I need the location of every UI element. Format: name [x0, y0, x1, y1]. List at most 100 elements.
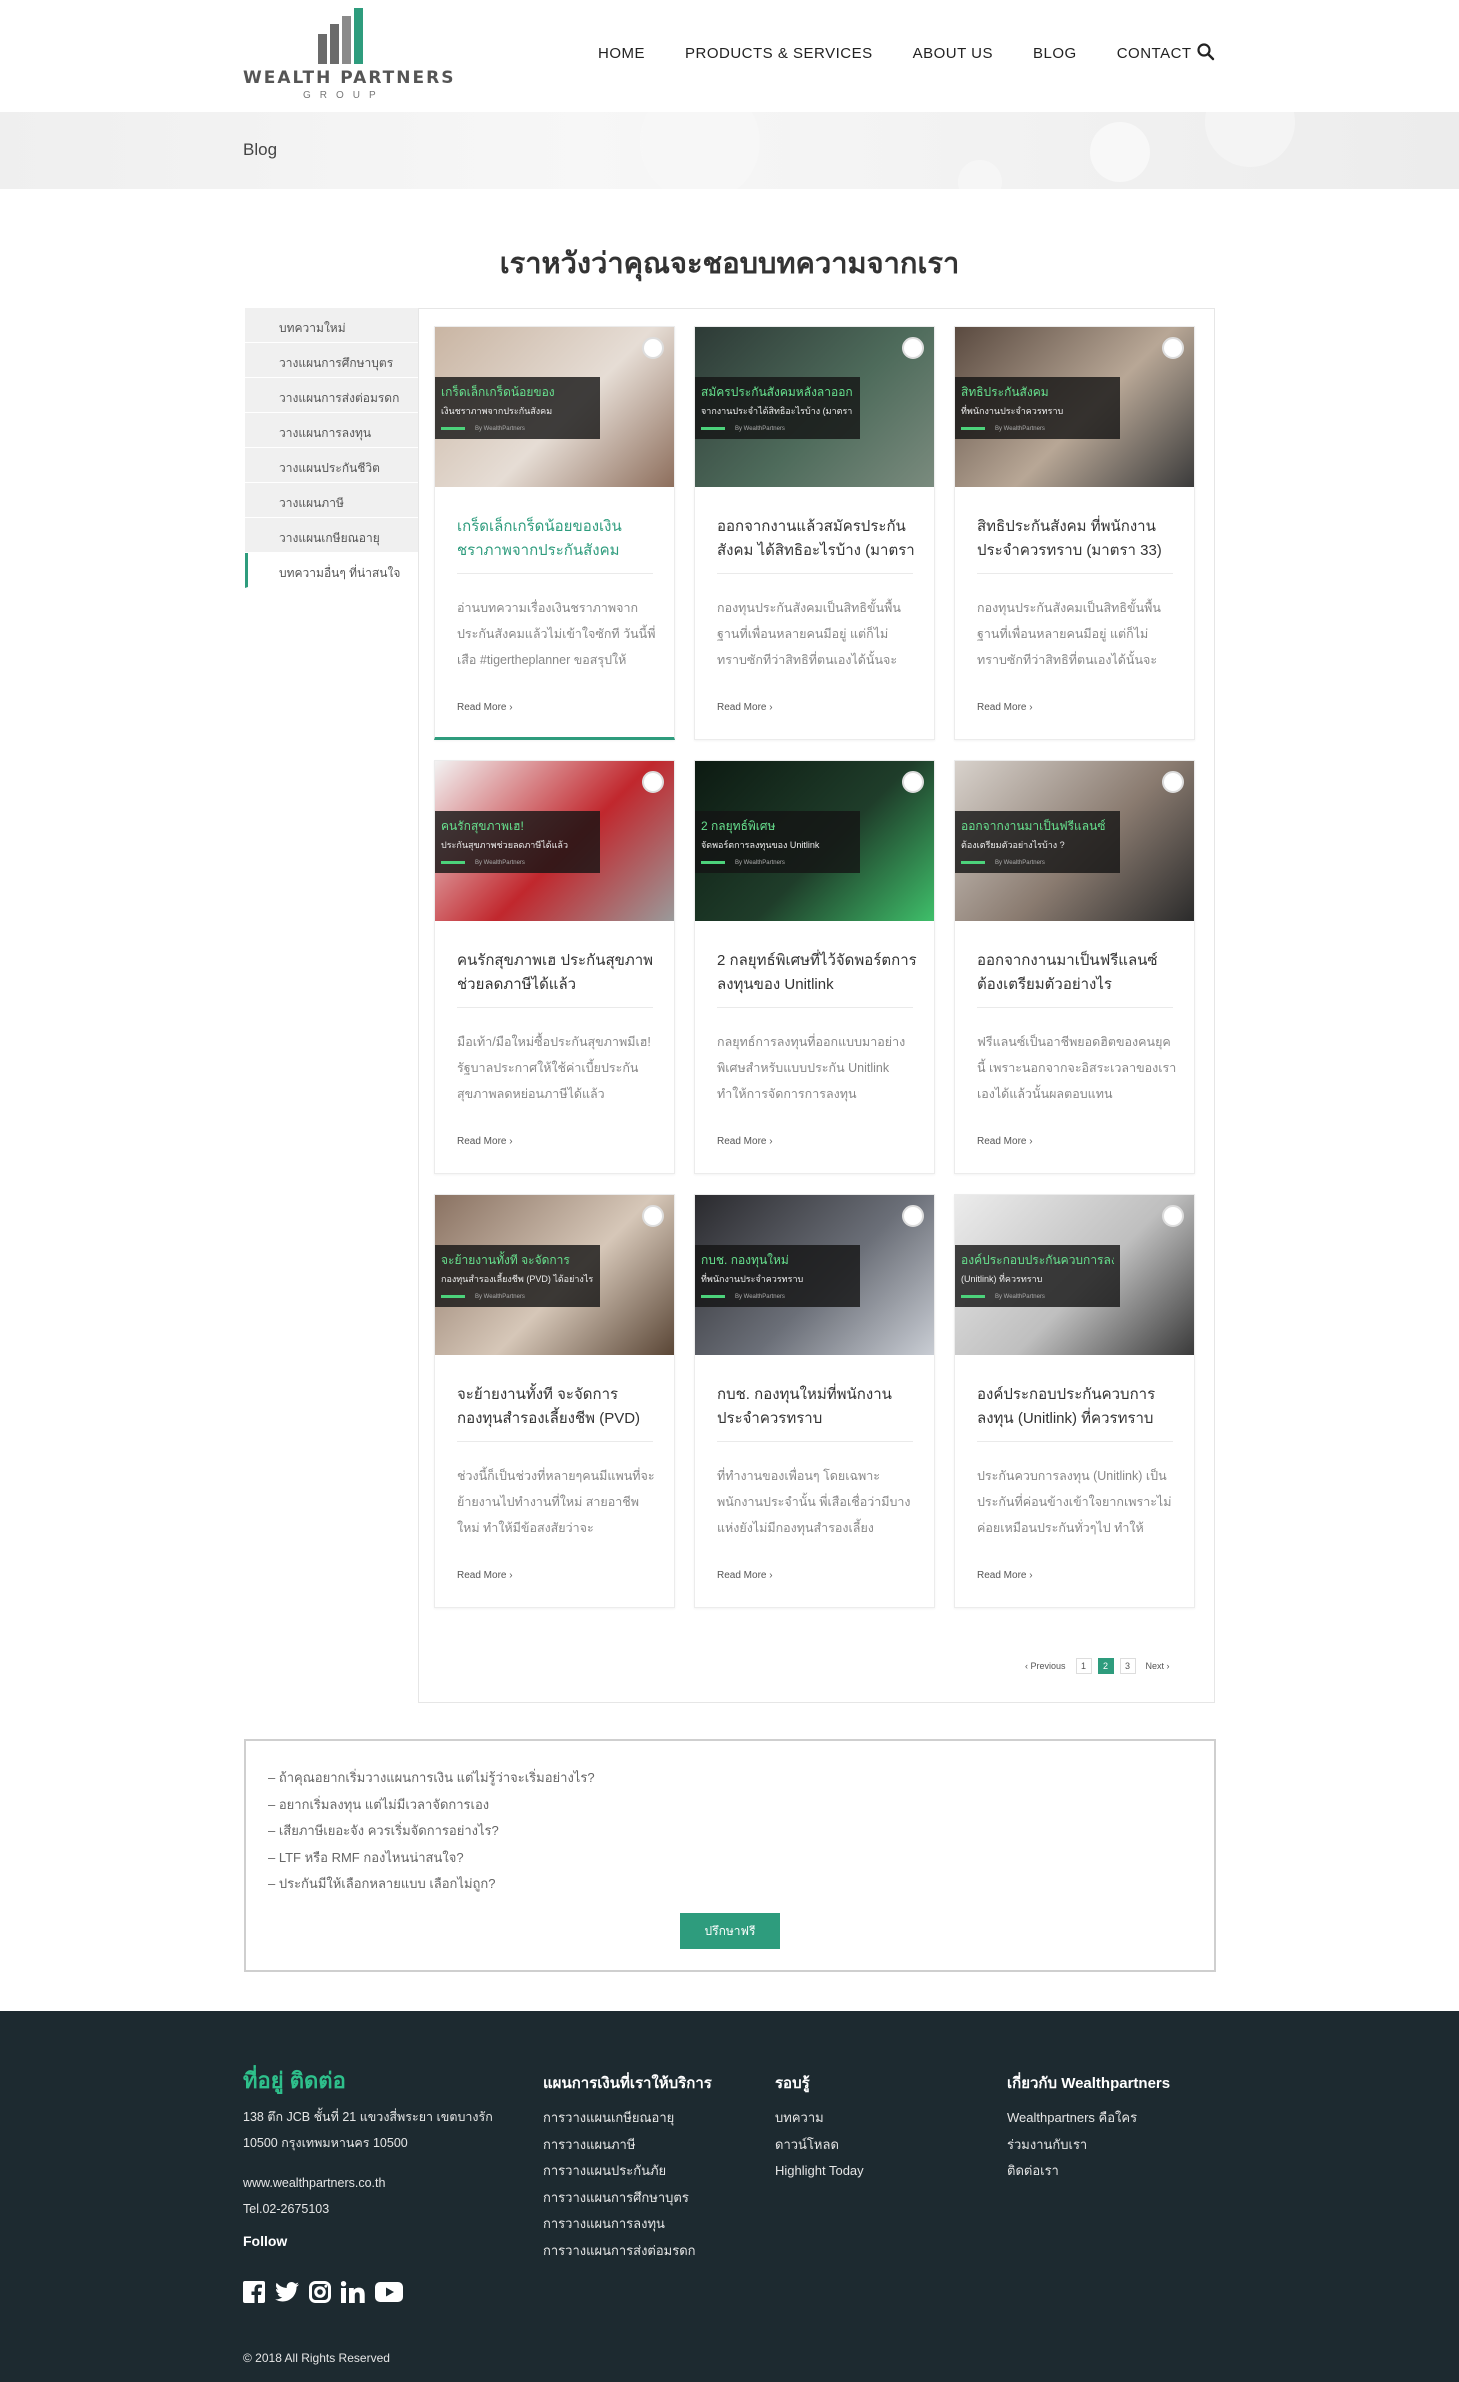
footer-link-who[interactable]: Wealthpartners คือใคร: [1007, 2105, 1170, 2132]
logo-name: WEALTH PARTNERS: [243, 68, 456, 88]
footer-website-link[interactable]: www.wealthpartners.co.th: [243, 2170, 493, 2196]
thumbnail-accent-line: [441, 1295, 465, 1298]
thumbnail-byline: By WealthPartners: [735, 1294, 785, 1300]
article-title[interactable]: ออกจากงานแล้วสมัครประกันสังคม ได้สิทธิอะ…: [717, 515, 917, 565]
article-card[interactable]: เกร็ดเล็กเกร็ดน้อยของ เงินชราภาพจากประกัน…: [434, 326, 675, 740]
read-more-link[interactable]: Read More ›: [977, 1136, 1033, 1147]
sidebar-item-retirement[interactable]: วางแผนเกษียณอายุ: [245, 518, 418, 553]
article-thumbnail[interactable]: องค์ประกอบประกันควบการลงทุน (Unitlink) ที…: [955, 1195, 1194, 1355]
article-thumbnail[interactable]: คนรักสุขภาพเฮ! ประกันสุขภาพช่วยลดภาษีได้แ…: [435, 761, 674, 921]
thumbnail-byline: By WealthPartners: [995, 860, 1045, 866]
brand-badge-icon: [902, 1205, 924, 1227]
nav-home[interactable]: HOME: [598, 45, 645, 62]
brand-badge-icon: [902, 771, 924, 793]
article-title[interactable]: สิทธิประกันสังคม ที่พนักงานประจำควรทราบ …: [977, 515, 1177, 565]
sidebar-item-education[interactable]: วางแผนการศึกษาบุตร: [245, 343, 418, 378]
thumbnail-title: 2 กลยุทธ์พิเศษ: [701, 819, 776, 833]
thumbnail-byline: By WealthPartners: [995, 426, 1045, 432]
sidebar-item-other[interactable]: บทความอื่นๆ ที่น่าสนใจ: [245, 553, 418, 588]
article-thumbnail[interactable]: 2 กลยุทธ์พิเศษ จัดพอร์ตการลงทุนของ Unitli…: [695, 761, 934, 921]
footer-link-insurance[interactable]: การวางแผนประกันภัย: [543, 2158, 712, 2185]
thumbnail-byline: By WealthPartners: [475, 1294, 525, 1300]
article-card[interactable]: จะย้ายงานทั้งที จะจัดการ กองทุนสำรองเลี้ย…: [434, 1194, 675, 1608]
page-banner: Blog: [0, 112, 1459, 189]
article-thumbnail[interactable]: กบช. กองทุนใหม่ ที่พนักงานประจำควรทราบ By …: [695, 1195, 934, 1355]
footer-link-tax[interactable]: การวางแผนภาษี: [543, 2132, 712, 2159]
brand-logo[interactable]: WEALTH PARTNERS GROUP: [243, 8, 453, 103]
banner-bokeh-decoration: [640, 112, 1295, 189]
pagination-page-3[interactable]: 3: [1119, 1658, 1136, 1674]
article-title[interactable]: 2 กลยุทธ์พิเศษที่ไว้จัดพอร์ตการลงทุนของ …: [717, 949, 917, 999]
brand-badge-icon: [902, 337, 924, 359]
article-card[interactable]: สิทธิประกันสังคม ที่พนักงานประจำควรทราบ By…: [954, 326, 1195, 740]
footer-address: ที่อยู่ ติดต่อ 138 ตึก JCB ชั้นที่ 21 แข…: [243, 2063, 493, 2222]
pagination-next[interactable]: Next ›: [1142, 1661, 1174, 1671]
read-more-link[interactable]: Read More ›: [717, 1570, 773, 1581]
article-title[interactable]: ออกจากงานมาเป็นฟรีแลนซ์ ต้องเตรียมตัวอย่…: [977, 949, 1177, 999]
article-excerpt: ฟรีแลนซ์เป็นอาชีพยอดฮิตของคนยุคนี้ เพราะ…: [977, 1035, 1177, 1101]
read-more-link[interactable]: Read More ›: [717, 702, 773, 713]
free-consult-button[interactable]: ปรึกษาฟรี: [680, 1913, 780, 1949]
read-more-link[interactable]: Read More ›: [717, 1136, 773, 1147]
article-card[interactable]: คนรักสุขภาพเฮ! ประกันสุขภาพช่วยลดภาษีได้แ…: [434, 760, 675, 1174]
article-title[interactable]: กบช. กองทุนใหม่ที่พนักงานประจำควรทราบ: [717, 1383, 917, 1433]
pagination-page-2[interactable]: 2: [1097, 1658, 1114, 1674]
article-thumbnail[interactable]: จะย้ายงานทั้งที จะจัดการ กองทุนสำรองเลี้ย…: [435, 1195, 674, 1355]
article-thumbnail[interactable]: เกร็ดเล็กเกร็ดน้อยของ เงินชราภาพจากประกัน…: [435, 327, 674, 487]
read-more-link[interactable]: Read More ›: [977, 702, 1033, 713]
read-more-link[interactable]: Read More ›: [977, 1570, 1033, 1581]
nav-contact[interactable]: CONTACT: [1117, 45, 1192, 62]
consultation-questions: – ถ้าคุณอยากเริ่มวางแผนการเงิน แต่ไม่รู้…: [268, 1765, 595, 1898]
footer-link-retirement[interactable]: การวางแผนเกษียณอายุ: [543, 2105, 712, 2132]
article-title[interactable]: จะย้ายงานทั้งที จะจัดการกองทุนสำรองเลี้ย…: [457, 1383, 657, 1433]
article-title[interactable]: คนรักสุขภาพเฮ ประกันสุขภาพช่วยลดภาษีได้แ…: [457, 949, 657, 999]
cta-question: – อยากเริ่มลงทุน แต่ไม่มีเวลาจัดการเอง: [268, 1796, 490, 1812]
youtube-icon[interactable]: [375, 2282, 403, 2307]
footer-address-heading: ที่อยู่ ติดต่อ: [243, 2068, 346, 2093]
footer-link-contact[interactable]: ติดต่อเรา: [1007, 2158, 1170, 2185]
sidebar-item-estate[interactable]: วางแผนการส่งต่อมรดก: [245, 378, 418, 413]
pagination-previous[interactable]: ‹ Previous: [1021, 1661, 1070, 1671]
facebook-icon[interactable]: [243, 2281, 265, 2308]
footer-link-estate[interactable]: การวางแผนการส่งต่อมรดก: [543, 2238, 712, 2265]
pagination-page-1[interactable]: 1: [1075, 1658, 1092, 1674]
article-thumbnail[interactable]: ออกจากงานมาเป็นฟรีแลนซ์ ต้องเตรียมตัวอย่า…: [955, 761, 1194, 921]
sidebar-item-investment[interactable]: วางแผนการลงทุน: [245, 413, 418, 448]
search-icon[interactable]: [1196, 42, 1216, 62]
article-card[interactable]: สมัครประกันสังคมหลังลาออก จากงานประจำได้ส…: [694, 326, 935, 740]
footer-link-investment[interactable]: การวางแผนการลงทุน: [543, 2211, 712, 2238]
sidebar-item-tax[interactable]: วางแผนภาษี: [245, 483, 418, 518]
article-card[interactable]: ออกจากงานมาเป็นฟรีแลนซ์ ต้องเตรียมตัวอย่า…: [954, 760, 1195, 1174]
footer-learn: รอบรู้ บทความ ดาวน์โหลด Highlight Today: [775, 2071, 864, 2185]
cta-question: – เสียภาษีเยอะจัง ควรเริ่มจัดการอย่างไร?: [268, 1823, 499, 1838]
read-more-link[interactable]: Read More ›: [457, 1136, 513, 1147]
thumbnail-caption: องค์ประกอบประกันควบการลงทุน (Unitlink) ที…: [955, 1245, 1120, 1307]
nav-about-us[interactable]: ABOUT US: [913, 45, 993, 62]
sidebar-item-new-articles[interactable]: บทความใหม่: [245, 308, 418, 343]
article-thumbnail[interactable]: สิทธิประกันสังคม ที่พนักงานประจำควรทราบ By…: [955, 327, 1194, 487]
nav-blog[interactable]: BLOG: [1033, 45, 1077, 62]
article-thumbnail[interactable]: สมัครประกันสังคมหลังลาออก จากงานประจำได้ส…: [695, 327, 934, 487]
thumbnail-caption: จะย้ายงานทั้งที จะจัดการ กองทุนสำรองเลี้ย…: [435, 1245, 600, 1307]
thumbnail-accent-line: [961, 861, 985, 864]
twitter-icon[interactable]: [275, 2282, 299, 2307]
instagram-icon[interactable]: [309, 2281, 331, 2308]
article-card[interactable]: องค์ประกอบประกันควบการลงทุน (Unitlink) ที…: [954, 1194, 1195, 1608]
nav-products-services[interactable]: PRODUCTS & SERVICES: [685, 45, 873, 62]
article-title[interactable]: องค์ประกอบประกันควบการลงทุน (Unitlink) ท…: [977, 1383, 1177, 1433]
footer-link-education[interactable]: การวางแผนการศึกษาบุตร: [543, 2185, 712, 2212]
read-more-link[interactable]: Read More ›: [457, 1570, 513, 1581]
article-card[interactable]: กบช. กองทุนใหม่ ที่พนักงานประจำควรทราบ By …: [694, 1194, 935, 1608]
sidebar-item-life-insurance[interactable]: วางแผนประกันชีวิต: [245, 448, 418, 483]
read-more-link[interactable]: Read More ›: [457, 702, 513, 713]
linkedin-icon[interactable]: [340, 2281, 365, 2308]
thumbnail-byline: By WealthPartners: [995, 1294, 1045, 1300]
card-divider: [457, 1007, 653, 1008]
footer-link-careers[interactable]: ร่วมงานกับเรา: [1007, 2132, 1170, 2159]
footer-link-highlight[interactable]: Highlight Today: [775, 2158, 864, 2185]
article-title[interactable]: เกร็ดเล็กเกร็ดน้อยของเงินชราภาพจากประกัน…: [457, 515, 657, 565]
article-excerpt: อ่านบทความเรื่องเงินชราภาพจากประกันสังคม…: [457, 601, 656, 667]
footer-link-download[interactable]: ดาวน์โหลด: [775, 2132, 864, 2159]
article-card[interactable]: 2 กลยุทธ์พิเศษ จัดพอร์ตการลงทุนของ Unitli…: [694, 760, 935, 1174]
footer-link-articles[interactable]: บทความ: [775, 2105, 864, 2132]
